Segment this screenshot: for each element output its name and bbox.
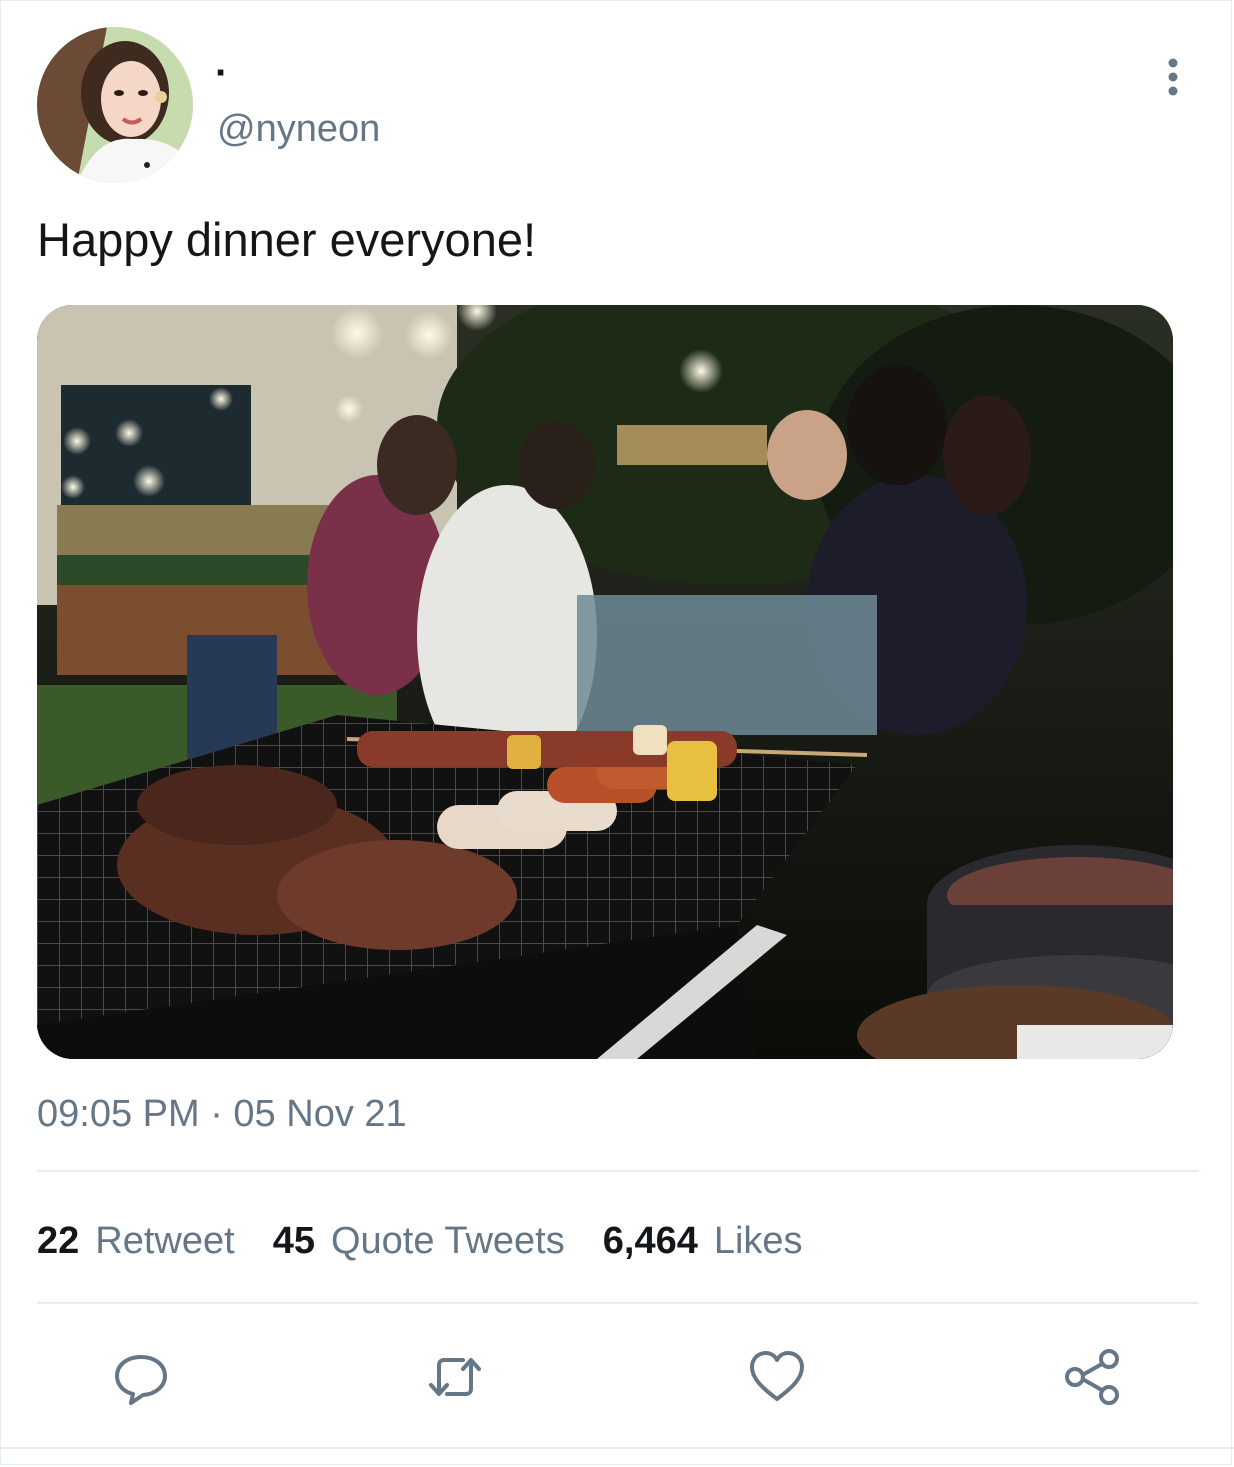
tweet-card: · @nyneon Happy dinner everyone! 09:05 P… xyxy=(0,0,1234,1465)
quote-count[interactable]: 45 Quote Tweets xyxy=(273,1216,565,1266)
retweet-icon xyxy=(429,1358,481,1396)
tweet-stats: 22 Retweet 45 Quote Tweets 6,464 Likes xyxy=(37,1216,841,1266)
quote-count-number: 45 xyxy=(272,1220,315,1262)
retweet-button[interactable] xyxy=(425,1347,485,1407)
bbq-dinner-photo-icon xyxy=(37,305,1173,1059)
tweet-media-image[interactable] xyxy=(37,305,1173,1059)
heart-icon xyxy=(750,1351,804,1401)
retweet-count[interactable]: 22 Retweet xyxy=(37,1216,235,1266)
like-count-number: 6,464 xyxy=(602,1220,698,1262)
reply-button[interactable] xyxy=(111,1347,171,1407)
like-button[interactable] xyxy=(747,1347,807,1407)
user-handle[interactable]: @nyneon xyxy=(217,107,380,151)
tweet-timestamp[interactable]: 09:05 PM · 05 Nov 21 xyxy=(37,1091,407,1137)
like-count-label: Likes xyxy=(713,1220,803,1262)
share-icon xyxy=(1065,1349,1119,1405)
share-button[interactable] xyxy=(1063,1347,1123,1407)
divider xyxy=(1,1447,1234,1449)
tweet-text: Happy dinner everyone! xyxy=(37,213,537,266)
divider xyxy=(37,1302,1199,1304)
quote-count-label: Quote Tweets xyxy=(330,1220,565,1262)
avatar[interactable] xyxy=(37,27,193,183)
like-count[interactable]: 6,464 Likes xyxy=(603,1216,803,1266)
retweet-count-number: 22 xyxy=(37,1220,80,1262)
profile-photo-icon xyxy=(37,27,193,183)
retweet-count-label: Retweet xyxy=(95,1220,235,1262)
display-name[interactable]: · xyxy=(215,51,228,95)
divider xyxy=(37,1170,1199,1172)
more-options-icon[interactable] xyxy=(1153,57,1193,97)
reply-icon xyxy=(115,1355,167,1405)
